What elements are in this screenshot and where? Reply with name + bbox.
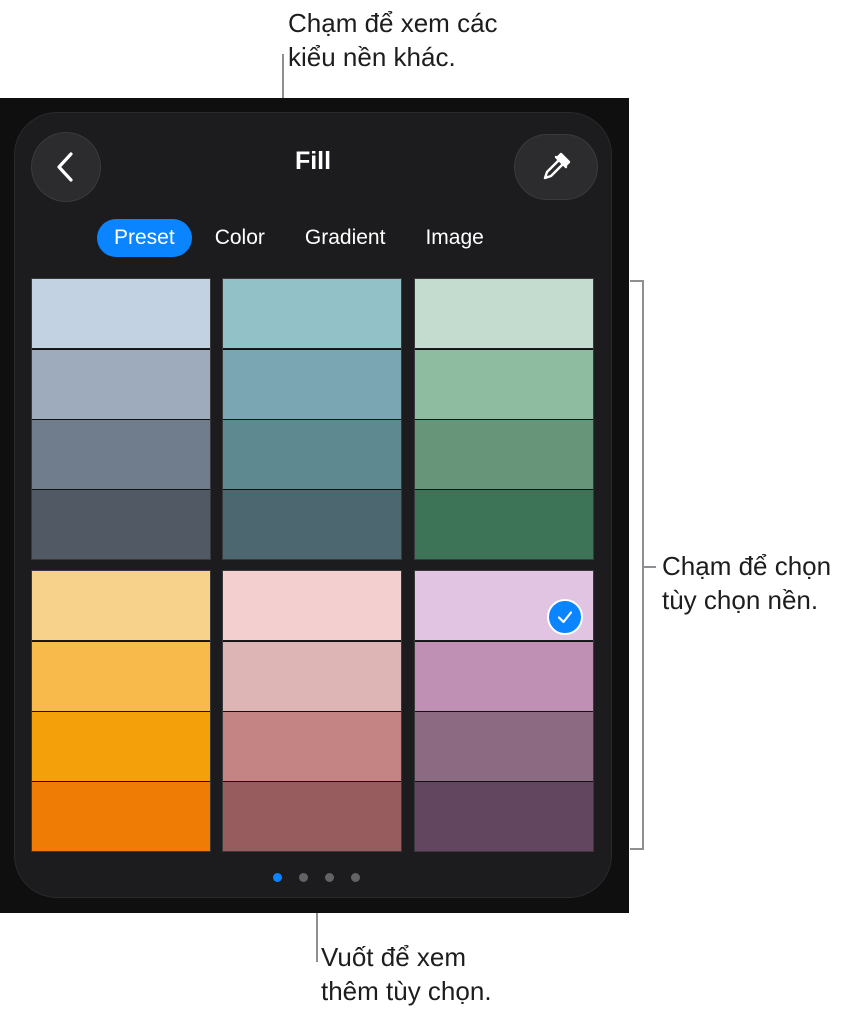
swatch-band xyxy=(32,419,210,489)
tab-color[interactable]: Color xyxy=(198,219,282,257)
page-dot[interactable] xyxy=(325,873,334,882)
fill-panel: Fill Preset Color Gradient Image xyxy=(15,113,611,897)
swatch-band xyxy=(223,419,401,489)
eyedropper-icon xyxy=(543,152,571,180)
swatch-band xyxy=(223,349,401,419)
swatch-band xyxy=(415,641,593,711)
leader-right-bracket-top xyxy=(630,280,644,282)
callout-swipe-more: Vuốt để xem thêm tùy chọn. xyxy=(321,942,492,1006)
swatch-band xyxy=(32,489,210,559)
swatch-band xyxy=(415,279,593,348)
tab-preset[interactable]: Preset xyxy=(97,219,192,257)
callout-choose-fill: Chạm để chọn tùy chọn nền. xyxy=(662,551,832,615)
leader-right-bracket-bottom xyxy=(630,848,644,850)
preset-swatch[interactable] xyxy=(223,571,401,851)
swatch-band xyxy=(223,279,401,348)
eyedropper-button[interactable] xyxy=(515,135,597,199)
preset-swatch[interactable] xyxy=(415,279,593,559)
tab-gradient[interactable]: Gradient xyxy=(288,219,403,257)
swatch-band xyxy=(32,279,210,348)
checkmark-icon xyxy=(547,599,583,635)
tab-image[interactable]: Image xyxy=(408,219,500,257)
swatch-band xyxy=(32,711,210,781)
swatch-band xyxy=(32,349,210,419)
swatch-band xyxy=(32,641,210,711)
page-indicator[interactable] xyxy=(273,873,377,882)
swatch-band xyxy=(32,781,210,851)
fill-type-tabs: Preset Color Gradient Image xyxy=(97,219,507,257)
swatch-band xyxy=(32,571,210,640)
swatch-band xyxy=(415,349,593,419)
leader-right-bracket xyxy=(642,280,644,850)
device-screen: Fill Preset Color Gradient Image xyxy=(0,98,629,913)
preset-swatch[interactable] xyxy=(32,279,210,559)
swatch-band xyxy=(223,781,401,851)
swatch-band xyxy=(415,711,593,781)
leader-right-horizontal xyxy=(642,566,656,568)
swatch-band xyxy=(223,641,401,711)
callout-more-fill-types: Chạm để xem các kiểu nền khác. xyxy=(288,8,498,72)
page-dot[interactable] xyxy=(273,873,282,882)
preset-swatch[interactable] xyxy=(415,571,593,851)
swatch-band xyxy=(415,419,593,489)
page-dot[interactable] xyxy=(351,873,360,882)
swatch-band xyxy=(223,571,401,640)
page-dot[interactable] xyxy=(299,873,308,882)
preset-swatch[interactable] xyxy=(223,279,401,559)
preset-swatch[interactable] xyxy=(32,571,210,851)
swatch-band xyxy=(223,711,401,781)
swatch-band xyxy=(415,489,593,559)
swatch-band xyxy=(415,781,593,851)
swatch-band xyxy=(223,489,401,559)
